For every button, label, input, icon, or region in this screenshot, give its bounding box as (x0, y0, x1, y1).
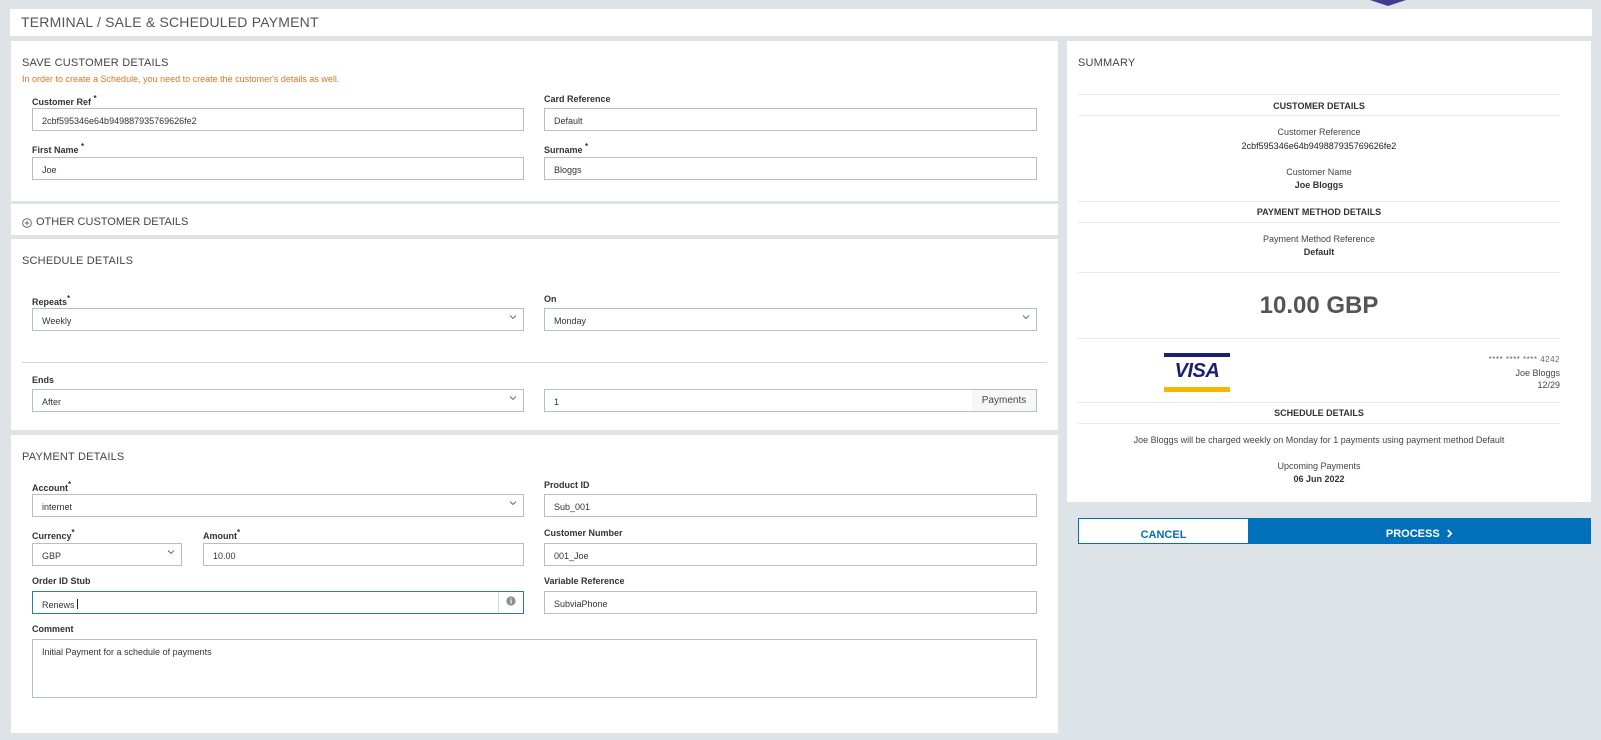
repeats-select[interactable]: Weekly (32, 308, 524, 331)
amount-input[interactable]: 10.00 (203, 543, 524, 566)
repeats-label: Repeats* (32, 294, 71, 307)
visa-logo-text: VISA (1174, 360, 1220, 382)
customer-ref-label: Customer Ref * (32, 94, 97, 107)
first-name-input[interactable]: Joe (32, 157, 524, 180)
cancel-button[interactable]: CANCEL (1078, 518, 1249, 544)
card-reference-input[interactable]: Default (544, 108, 1037, 131)
order-id-stub-label: Order ID Stub (32, 576, 91, 586)
currency-label: Currency* (32, 528, 75, 541)
cancel-button-label: CANCEL (1140, 529, 1187, 541)
chevron-down-icon (167, 550, 175, 555)
chevron-right-icon (1447, 529, 1453, 538)
summary-payment-method-heading: PAYMENT METHOD DETAILS (1256, 207, 1382, 217)
chevron-down-icon (509, 501, 517, 506)
customer-section-title: SAVE CUSTOMER DETAILS (22, 57, 169, 69)
summary-customer-heading: CUSTOMER DETAILS (1273, 101, 1365, 111)
chevron-down-icon (1022, 315, 1030, 320)
info-icon[interactable] (506, 596, 516, 606)
summary-divider (1078, 423, 1560, 424)
summary-customer-reference-label: Customer Reference (1277, 127, 1361, 137)
summary-payment-method-reference-label: Payment Method Reference (1262, 234, 1376, 244)
summary-divider (1078, 272, 1560, 273)
input-separator (498, 592, 499, 613)
summary-customer-reference-value: 2cbf595346e64b949887935769626fe2 (1241, 141, 1397, 151)
summary-divider (1078, 338, 1560, 339)
payment-count-input[interactable]: 1 (544, 389, 974, 412)
summary-divider (1078, 201, 1560, 202)
currency-select[interactable]: GBP (32, 543, 182, 566)
account-select[interactable]: internet (32, 494, 524, 517)
page-title: TERMINAL / SALE & SCHEDULED PAYMENT (21, 14, 319, 30)
schedule-divider (22, 362, 1047, 363)
variable-reference-label: Variable Reference (544, 576, 625, 586)
surname-label: Surname * (544, 142, 589, 155)
chevron-down-icon (509, 396, 517, 401)
card-expiry: 12/29 (1537, 380, 1560, 390)
summary-customer-name-label: Customer Name (1286, 167, 1352, 177)
customer-number-label: Customer Number (544, 528, 623, 538)
ends-value: After (42, 397, 62, 407)
summary-divider (1078, 115, 1560, 116)
comment-textarea[interactable]: Initial Payment for a schedule of paymen… (32, 639, 1037, 698)
card-holder-name: Joe Bloggs (1515, 368, 1560, 378)
on-value: Monday (554, 316, 587, 326)
chevron-down-icon (509, 315, 517, 320)
other-customer-details-label: OTHER CUSTOMER DETAILS (36, 216, 189, 228)
surname-input[interactable]: Bloggs (544, 157, 1037, 180)
summary-divider (1078, 222, 1560, 223)
other-customer-details-toggle[interactable]: OTHER CUSTOMER DETAILS (11, 204, 1058, 235)
amount-label: Amount* (203, 528, 241, 541)
card-reference-label: Card Reference (544, 94, 611, 104)
summary-schedule-heading: SCHEDULE DETAILS (1274, 408, 1364, 418)
ends-label: Ends (32, 375, 55, 385)
ends-select[interactable]: After (32, 389, 524, 412)
visa-logo: VISA (1164, 353, 1230, 393)
payment-section-title: PAYMENT DETAILS (22, 451, 125, 463)
process-button-label: PROCESS (1385, 528, 1440, 540)
product-id-label: Product ID (544, 480, 590, 490)
comment-label: Comment (32, 624, 74, 634)
summary-payment-method-reference-value: Default (1303, 247, 1335, 257)
order-id-stub-input[interactable]: Renews (32, 591, 524, 614)
customer-number-input[interactable]: 001_Joe (544, 543, 1037, 566)
process-button[interactable]: PROCESS (1248, 518, 1591, 544)
summary-divider (1078, 402, 1560, 403)
summary-upcoming-payments-label: Upcoming Payments (1277, 461, 1361, 471)
order-id-stub-value: Renews (42, 600, 75, 610)
text-cursor (77, 599, 79, 609)
visa-logo-bottom-band (1164, 387, 1230, 392)
payments-suffix: Payments (972, 389, 1037, 412)
star-icon (1370, 0, 1406, 6)
summary-title: SUMMARY (1078, 57, 1136, 69)
card-masked-number: **** **** **** 4242 (1488, 355, 1560, 364)
visa-logo-top-band (1164, 353, 1230, 357)
repeats-value: Weekly (42, 316, 72, 326)
summary-amount-total: 10.00 GBP (1259, 292, 1379, 319)
customer-notice: In order to create a Schedule, you need … (22, 74, 340, 84)
variable-reference-input[interactable]: SubviaPhone (544, 591, 1037, 614)
plus-circle-icon (22, 218, 32, 228)
on-select[interactable]: Monday (544, 308, 1037, 331)
summary-schedule-sentence: Joe Bloggs will be charged weekly on Mon… (1133, 435, 1505, 445)
summary-divider (1078, 94, 1560, 95)
summary-upcoming-date: 06 Jun 2022 (1293, 474, 1345, 484)
on-label: On (544, 294, 557, 304)
first-name-label: First Name * (32, 142, 85, 155)
account-value: internet (42, 502, 73, 512)
currency-value: GBP (42, 551, 62, 561)
page-title-bar: TERMINAL / SALE & SCHEDULED PAYMENT (10, 9, 1592, 36)
account-label: Account* (32, 480, 72, 493)
schedule-section-title: SCHEDULE DETAILS (22, 255, 134, 267)
product-id-input[interactable]: Sub_001 (544, 494, 1037, 517)
summary-customer-name-value: Joe Bloggs (1294, 180, 1344, 190)
customer-ref-input[interactable]: 2cbf595346e64b949887935769626fe2 (32, 108, 524, 131)
